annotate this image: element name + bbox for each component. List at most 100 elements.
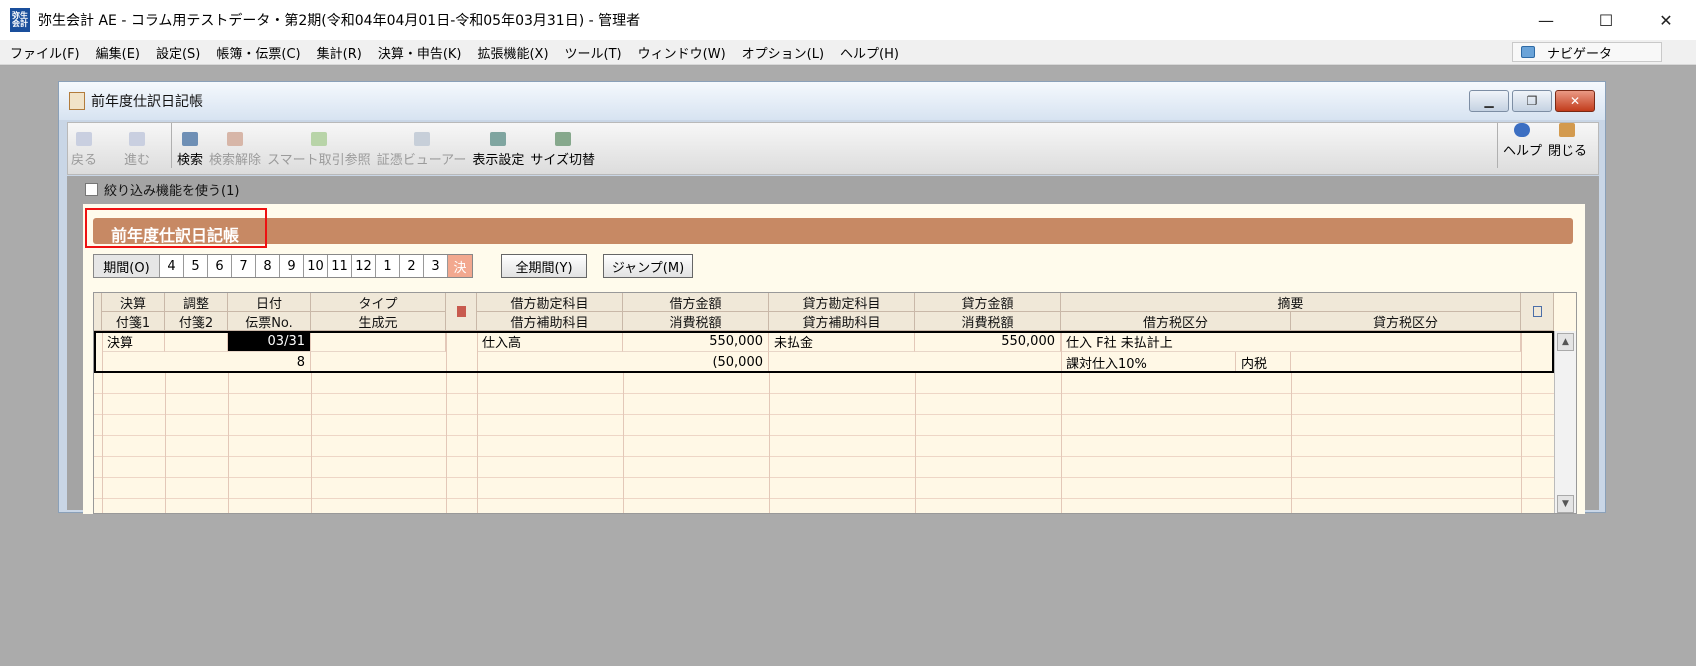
menu-file[interactable]: ファイル(F): [0, 43, 88, 62]
header-adjust: 調整: [165, 293, 228, 312]
evidence-viewer-button[interactable]: 証憑ビューアー: [377, 132, 466, 168]
month-4[interactable]: 4: [160, 255, 184, 277]
month-closing[interactable]: 決: [448, 255, 472, 277]
content-area: 絞り込み機能を使う(1) 前年度仕訳日記帳 期間(O) 4 5 6 7 8 9 …: [67, 176, 1599, 514]
filter-toggle[interactable]: 絞り込み機能を使う(1): [85, 180, 239, 199]
menu-extensions[interactable]: 拡張機能(X): [469, 43, 556, 62]
size-toggle-button[interactable]: サイズ切替: [530, 132, 595, 168]
month-6[interactable]: 6: [208, 255, 232, 277]
menu-books[interactable]: 帳簿・伝票(C): [208, 43, 308, 62]
forward-arrow-icon: [129, 132, 146, 146]
toolbar: 戻る 進む 検索 検索解除 スマート取引参照 証憑ビューアー 表示設定 サイズ切…: [67, 122, 1599, 175]
child-close-icon[interactable]: ✕: [1555, 90, 1595, 112]
menu-tools[interactable]: ツール(T): [557, 43, 630, 62]
header-debit-tax-class: 借方税区分: [1061, 312, 1291, 331]
header-debit-account: 借方勘定科目: [477, 293, 623, 312]
header-tag2: 付箋2: [165, 312, 228, 331]
menu-options[interactable]: オプション(L): [734, 43, 832, 62]
header-debit-amount: 借方金額: [623, 293, 769, 312]
forward-button[interactable]: 進む: [124, 132, 150, 168]
memo-icon: [1532, 306, 1542, 317]
header-type: タイプ: [311, 293, 446, 312]
child-restore-icon[interactable]: ❐: [1512, 90, 1552, 112]
cell-debit-account[interactable]: 仕入高: [477, 331, 623, 352]
month-5[interactable]: 5: [184, 255, 208, 277]
month-1[interactable]: 1: [376, 255, 400, 277]
display-settings-button[interactable]: 表示設定: [472, 132, 524, 168]
cell-summary[interactable]: 仕入 F社 未払計上: [1061, 331, 1521, 352]
header-origin: 生成元: [311, 312, 446, 331]
menu-window[interactable]: ウィンドウ(W): [630, 43, 734, 62]
period-label[interactable]: 期間(O): [94, 255, 160, 277]
navigator-button[interactable]: ナビゲータ: [1512, 42, 1662, 62]
clear-search-button[interactable]: 検索解除: [209, 132, 261, 168]
cell-date[interactable]: 03/31: [228, 331, 311, 352]
navigator-icon: [1521, 46, 1535, 58]
cell-type[interactable]: [311, 331, 446, 352]
navigator-label: ナビゲータ: [1547, 46, 1613, 62]
cell-credit-account[interactable]: 未払金: [769, 331, 915, 352]
grid-scrollbar[interactable]: ▲ ▼: [1554, 331, 1576, 513]
header-debit-tax: 消費税額: [623, 312, 769, 331]
cell-kessan[interactable]: 決算: [102, 331, 165, 352]
cell-voucher[interactable]: 8: [228, 352, 311, 373]
menu-totals[interactable]: 集計(R): [309, 43, 370, 62]
month-7[interactable]: 7: [232, 255, 256, 277]
close-icon[interactable]: ✕: [1636, 0, 1696, 40]
jump-button[interactable]: ジャンプ(M): [603, 254, 693, 278]
header-summary: 摘要: [1061, 293, 1521, 312]
size-toggle-icon: [554, 132, 571, 146]
smart-transaction-button[interactable]: スマート取引参照: [267, 132, 371, 168]
month-8[interactable]: 8: [256, 255, 280, 277]
header-credit-tax: 消費税額: [915, 312, 1061, 331]
back-button[interactable]: 戻る: [71, 132, 97, 168]
filter-checkbox[interactable]: [85, 183, 98, 196]
highlight-annotation: [85, 208, 267, 248]
month-3[interactable]: 3: [424, 255, 448, 277]
back-arrow-icon: [76, 132, 92, 146]
window-title: 前年度仕訳日記帳: [91, 94, 203, 110]
cell-adjust[interactable]: [165, 331, 228, 352]
close-button[interactable]: 閉じる: [1548, 123, 1587, 168]
search-button[interactable]: 検索: [177, 132, 203, 168]
month-12[interactable]: 12: [352, 255, 376, 277]
journal-grid: 決算 調整 日付 タイプ 借方勘定科目 借方金額 貸方勘定科目 貸方金額 摘要 …: [93, 292, 1577, 514]
header-debit-sub: 借方補助科目: [477, 312, 623, 331]
menu-help[interactable]: ヘルプ(H): [832, 43, 907, 62]
display-settings-icon: [490, 132, 507, 146]
header-credit-sub: 貸方補助科目: [769, 312, 915, 331]
header-kessan: 決算: [102, 293, 165, 312]
minimize-icon[interactable]: —: [1516, 0, 1576, 40]
scroll-up-icon[interactable]: ▲: [1557, 333, 1574, 351]
child-minimize-icon[interactable]: ▁: [1469, 90, 1509, 112]
exit-door-icon: [1559, 123, 1576, 137]
panel-header: 前年度仕訳日記帳: [93, 218, 1573, 245]
maximize-icon[interactable]: ☐: [1576, 0, 1636, 40]
all-periods-button[interactable]: 全期間(Y): [501, 254, 587, 278]
scroll-down-icon[interactable]: ▼: [1557, 495, 1574, 513]
cell-debit-tax-class[interactable]: 課対仕入10%: [1061, 352, 1236, 373]
cell-debit-amount[interactable]: 550,000: [623, 331, 769, 352]
help-button[interactable]: ヘルプ: [1503, 123, 1542, 168]
menu-edit[interactable]: 編集(E): [88, 43, 148, 62]
month-2[interactable]: 2: [400, 255, 424, 277]
period-selector: 期間(O) 4 5 6 7 8 9 10 11 12 1 2 3 決: [93, 254, 473, 278]
month-10[interactable]: 10: [304, 255, 328, 277]
search-icon: [182, 132, 199, 146]
clear-search-icon: [227, 132, 244, 146]
month-11[interactable]: 11: [328, 255, 352, 277]
cell-debit-tax[interactable]: (50,000: [623, 352, 769, 373]
header-date: 日付: [228, 293, 311, 312]
header-credit-tax-class: 貸方税区分: [1291, 312, 1521, 331]
menu-bar: ファイル(F) 編集(E) 設定(S) 帳簿・伝票(C) 集計(R) 決算・申告…: [0, 40, 1696, 65]
month-9[interactable]: 9: [280, 255, 304, 277]
filter-label: 絞り込み機能を使う(1): [104, 184, 240, 199]
cell-credit-amount[interactable]: 550,000: [915, 331, 1061, 352]
app-icon: 弥生 会計: [10, 8, 30, 32]
cell-tax-type[interactable]: 内税: [1236, 352, 1291, 373]
header-credit-amount: 貸方金額: [915, 293, 1061, 312]
attachment-header: [446, 293, 477, 331]
menu-settings[interactable]: 設定(S): [148, 43, 208, 62]
menu-closing[interactable]: 決算・申告(K): [370, 43, 470, 62]
header-voucher: 伝票No.: [228, 312, 311, 331]
